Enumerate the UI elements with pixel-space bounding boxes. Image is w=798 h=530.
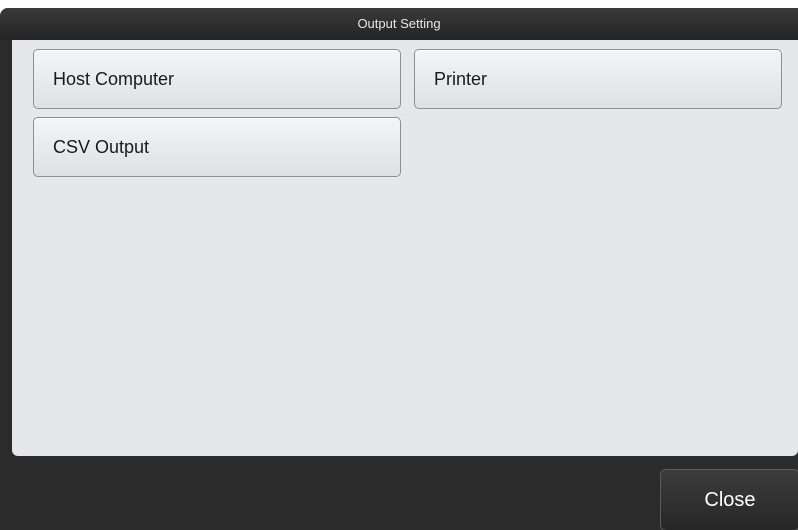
options-panel: Host Computer Printer CSV Output bbox=[12, 40, 798, 456]
dialog-title: Output Setting bbox=[0, 8, 798, 40]
dialog-footer: Close bbox=[0, 456, 798, 530]
printer-button[interactable]: Printer bbox=[414, 49, 782, 109]
output-setting-dialog: Output Setting Host Computer Printer CSV… bbox=[0, 8, 798, 530]
csv-output-button[interactable]: CSV Output bbox=[33, 117, 401, 177]
close-button[interactable]: Close bbox=[660, 469, 798, 530]
host-computer-button[interactable]: Host Computer bbox=[33, 49, 401, 109]
